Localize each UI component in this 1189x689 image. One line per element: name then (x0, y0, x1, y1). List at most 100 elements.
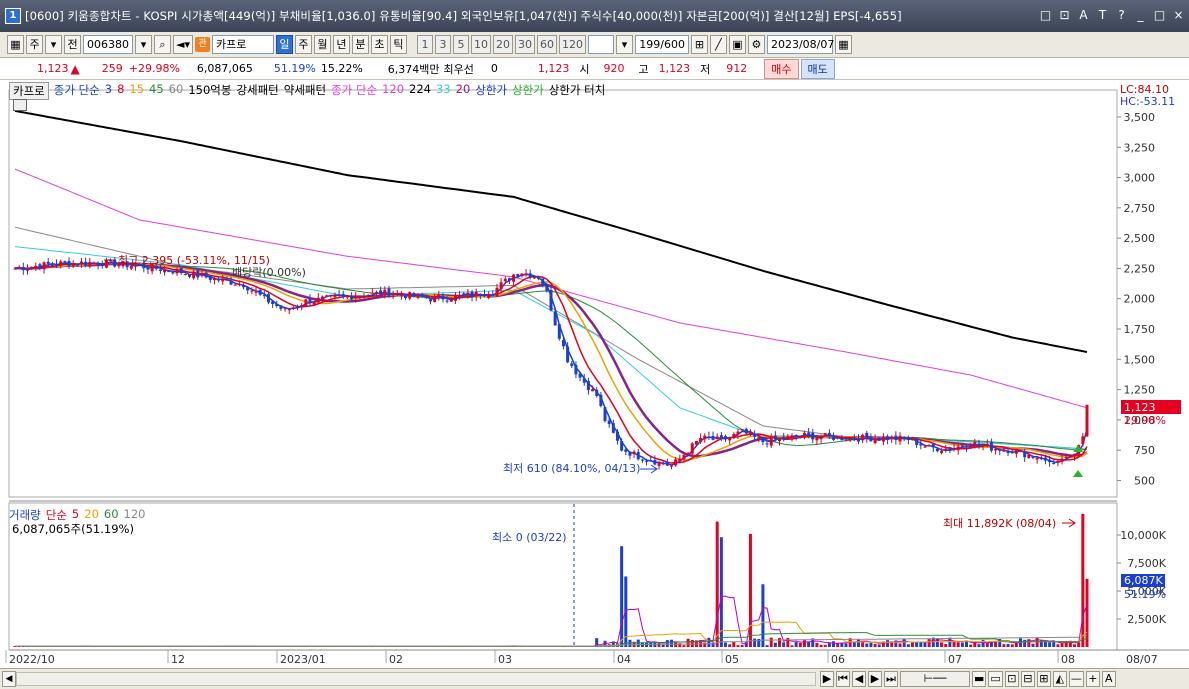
interval-dropdown-icon[interactable]: ▾ (615, 35, 633, 54)
legend-bull-pattern[interactable]: 강세패턴 (236, 82, 278, 100)
scroll-right-icon[interactable]: ▶ (820, 671, 834, 687)
chevron-down-icon[interactable]: ▾ (45, 35, 62, 54)
legend-ma-224[interactable]: 224 (409, 82, 431, 100)
minimize-icon[interactable]: _ (1134, 8, 1147, 22)
interval-1[interactable]: 1 (416, 35, 433, 54)
period-day[interactable]: 일 (275, 35, 293, 54)
period-tick[interactable]: 틱 (389, 35, 407, 54)
period-year[interactable]: 년 (332, 35, 350, 54)
candle-body (312, 301, 316, 306)
zoom-slider[interactable]: ⊢── (900, 671, 970, 687)
layout-icon[interactable]: ▦ (7, 35, 24, 54)
interval-5[interactable]: 5 (452, 35, 469, 54)
legend-ma-45[interactable]: 45 (149, 82, 164, 100)
candle-body (919, 443, 923, 446)
up-arrow-icon: ▲ (70, 61, 80, 76)
legend-ma-20[interactable]: 20 (456, 82, 471, 100)
zoom-in-icon[interactable]: + (1085, 671, 1100, 687)
legend-ma-8[interactable]: 8 (117, 82, 124, 100)
toggle-3-icon[interactable]: ⊟ (1020, 671, 1035, 687)
count-field[interactable]: 199/600 (634, 35, 689, 54)
interval-custom-input[interactable] (587, 35, 614, 54)
candle-body (246, 286, 250, 291)
candle-body (192, 271, 196, 279)
candle-body (628, 451, 632, 456)
candle-body (84, 261, 88, 266)
chart-area[interactable]: 3,500 3,250 3,000 2,750 2,500 2,250 2,000 1,750… (0, 80, 1189, 668)
interval-120[interactable]: 120 (558, 35, 586, 54)
interval-20[interactable]: 20 (492, 35, 513, 54)
toggle-5-icon[interactable]: ◭ (1052, 671, 1067, 687)
speaker-icon[interactable]: ◄▾ (173, 35, 193, 54)
price-chart[interactable]: 3,500 3,250 3,000 2,750 2,500 2,250 2,000 1,750… (0, 80, 1189, 668)
grid-toggle-icon[interactable] (13, 99, 27, 111)
font-size-bottom-icon[interactable]: A (1101, 671, 1116, 687)
stock-code-input[interactable]: 006380 (83, 35, 133, 54)
prev-page-icon[interactable]: ◀ (852, 671, 866, 687)
text-icon[interactable]: T (1096, 8, 1109, 22)
prev-button[interactable]: 전 (64, 35, 81, 54)
legend-limit-up-2[interactable]: 상한가 (512, 82, 544, 100)
last-page-icon[interactable]: ⏭ (884, 671, 898, 687)
candle-body (516, 273, 520, 277)
next-page-icon[interactable]: ▶ (868, 671, 882, 687)
buy-button[interactable]: 매수 (764, 58, 799, 79)
legend-stock-name[interactable]: 카프로 (9, 82, 49, 100)
legend-ma2-title[interactable]: 종가 단순 (331, 82, 377, 100)
candle-body (441, 295, 445, 300)
draw-icon[interactable]: ╱ (709, 35, 727, 54)
zoom-thumb-icon[interactable]: ▬ (972, 671, 987, 687)
favorite-icon[interactable]: 관 (194, 37, 210, 52)
legend-ma-60[interactable]: 60 (169, 82, 184, 100)
interval-60[interactable]: 60 (536, 35, 557, 54)
interval-10[interactable]: 10 (470, 35, 491, 54)
date-input[interactable]: 2023/08/07 (766, 35, 834, 54)
period-minute[interactable]: 분 (351, 35, 369, 54)
toggle-2-icon[interactable]: ⊡ (1004, 671, 1019, 687)
calendar-icon[interactable]: ▦ (834, 35, 852, 54)
candle-body (100, 263, 104, 266)
code-dropdown-icon[interactable]: ▾ (135, 35, 152, 54)
help-icon[interactable]: ? (1115, 8, 1128, 22)
legend-ma-title[interactable]: 종가 단순 (54, 82, 100, 100)
candle-body (981, 445, 985, 447)
search-icon[interactable]: ⌕ (154, 35, 171, 54)
close-icon[interactable]: × (1172, 8, 1185, 22)
period-second[interactable]: 초 (370, 35, 388, 54)
legend-pattern-150[interactable]: 150억봉 (188, 82, 231, 100)
candle-body (175, 269, 179, 274)
toggle-1-icon[interactable]: ▭ (988, 671, 1003, 687)
period-month[interactable]: 월 (313, 35, 331, 54)
legend-ma-33[interactable]: 33 (436, 82, 451, 100)
legend-ma-120[interactable]: 120 (382, 82, 404, 100)
candle-body (341, 294, 345, 296)
candle-body (765, 443, 769, 445)
chart-nav-controls: ▶ ⏮ ◀ ▶ ⏭ ⊢── ▬ ▭ ⊡ ⊟ ⊞ ◭ — + A (820, 671, 1116, 687)
first-page-icon[interactable]: ⏮ (836, 671, 850, 687)
legend-bear-pattern[interactable]: 약세패턴 (284, 82, 326, 100)
toggle-4-icon[interactable]: ⊞ (1036, 671, 1051, 687)
legend-limit-touch[interactable]: 상한가 터치 (549, 82, 606, 100)
restore-layout-icon[interactable]: □ (1039, 8, 1052, 22)
price-tick-label: 1,750 (1124, 323, 1156, 336)
candle-body (881, 436, 885, 442)
legend-limit-up[interactable]: 상한가 (475, 82, 507, 100)
gear-icon[interactable]: ⚙ (747, 35, 765, 54)
main-dropdown[interactable]: 주 (26, 35, 43, 54)
date-label: 04 (617, 653, 631, 666)
horizontal-scrollbar[interactable] (16, 672, 816, 686)
font-size-icon[interactable]: A (1077, 8, 1090, 22)
candle-body (1023, 451, 1027, 458)
legend-ma-15[interactable]: 15 (129, 82, 144, 100)
scroll-left-icon[interactable]: ◀ (2, 671, 16, 687)
interval-3[interactable]: 3 (434, 35, 451, 54)
chart-type-icon[interactable]: ⊞ (690, 35, 708, 54)
period-week[interactable]: 주 (294, 35, 312, 54)
interval-30[interactable]: 30 (514, 35, 535, 54)
save-icon[interactable]: ▣ (728, 35, 746, 54)
maximize-icon[interactable]: □ (1153, 8, 1166, 22)
legend-ma-3[interactable]: 3 (105, 82, 112, 100)
sell-button[interactable]: 매도 (800, 58, 835, 79)
zoom-out-icon[interactable]: — (1068, 671, 1084, 687)
dock-icon[interactable]: ⊡ (1058, 8, 1071, 22)
